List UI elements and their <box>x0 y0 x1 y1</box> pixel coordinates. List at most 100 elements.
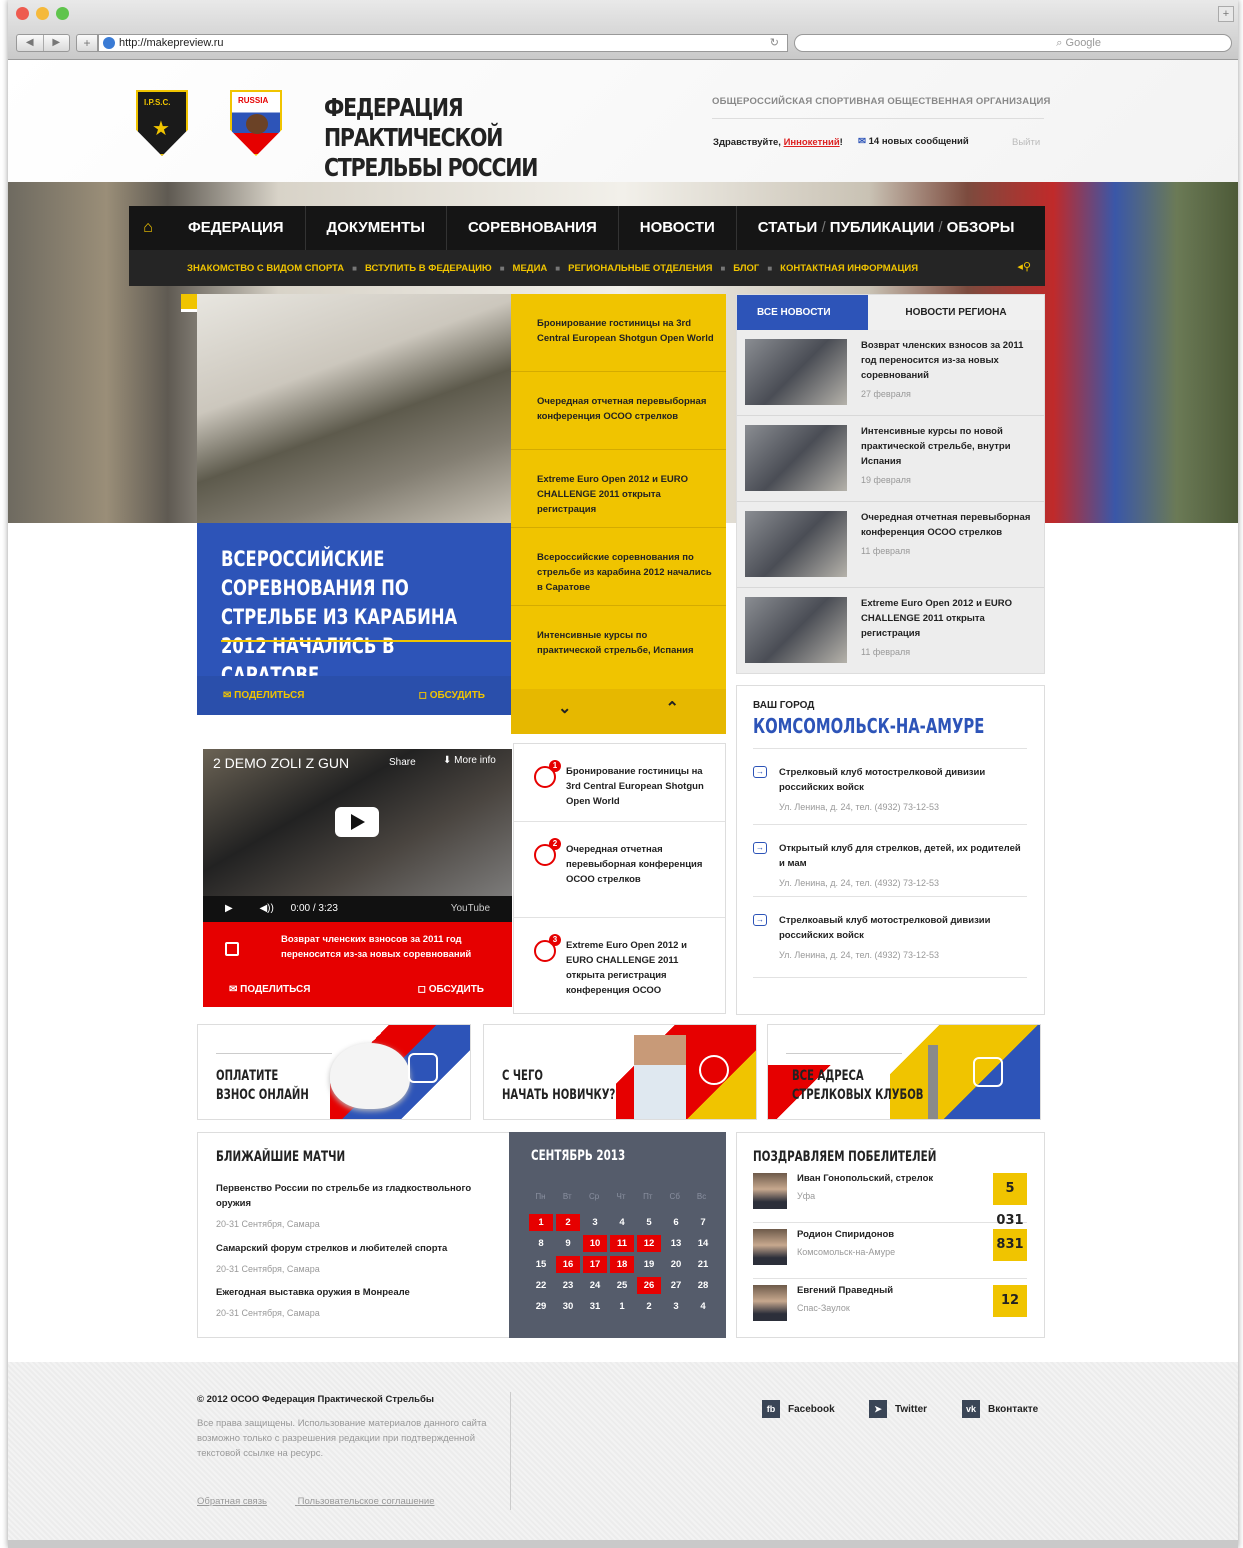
subnav-intro[interactable]: ЗНАКОМСТВО С ВИДОМ СПОРТА <box>187 263 344 274</box>
twitter-link[interactable]: ➤ Twitter <box>869 1400 927 1418</box>
news-item[interactable]: Возврат членских взносов за 2011 год пер… <box>737 330 1044 416</box>
calendar-day[interactable]: 27 <box>664 1277 688 1294</box>
calendar-day[interactable]: 2 <box>637 1298 661 1315</box>
city-name[interactable]: КОМСОМОЛЬСК-НА-АМУРЕ <box>753 714 984 738</box>
club-addresses-tile[interactable]: ВСЕ АДРЕСА СТРЕЛКОВЫХ КЛУБОВ <box>767 1024 1041 1120</box>
headline-item[interactable]: Очередная отчетная перевыборная конферен… <box>511 372 726 450</box>
calendar-day[interactable]: 23 <box>556 1277 580 1294</box>
fullscreen-icon[interactable] <box>225 942 239 956</box>
nav-federation[interactable]: ФЕДЕРАЦИЯ <box>167 206 306 250</box>
chevron-down-icon[interactable]: ⌄ <box>511 689 619 734</box>
calendar-day[interactable]: 11 <box>610 1235 634 1252</box>
list-item[interactable]: 1 Бронирование гостиницы на 3rd Central … <box>514 744 725 822</box>
nav-articles[interactable]: СТАТЬИ <box>758 219 818 236</box>
calendar-day[interactable]: 3 <box>664 1298 688 1315</box>
tab-region-news[interactable]: НОВОСТИ РЕГИОНА <box>868 295 1044 330</box>
add-bookmark-button[interactable]: + <box>76 34 98 52</box>
feature-title[interactable]: ВСЕРОССИЙСКИЕ СОРЕВНОВАНИЯ ПО СТРЕЛЬБЕ И… <box>221 545 486 690</box>
calendar-day[interactable]: 7 <box>691 1214 715 1231</box>
search-icon[interactable]: ◂⚲ <box>1017 260 1031 273</box>
zoom-window-button[interactable] <box>56 7 69 20</box>
calendar-day[interactable]: 1 <box>529 1214 553 1231</box>
calendar-day[interactable]: 8 <box>529 1235 553 1252</box>
back-icon[interactable]: ◀ <box>17 35 43 51</box>
calendar-day[interactable]: 10 <box>583 1235 607 1252</box>
calendar-day[interactable]: 31 <box>583 1298 607 1315</box>
news-item[interactable]: Интенсивные курсы по новой практической … <box>737 416 1044 502</box>
reload-icon[interactable]: ↻ <box>770 35 779 51</box>
headline-item[interactable]: Интенсивные курсы по практической стрель… <box>511 606 726 684</box>
messages-link[interactable]: ✉ 14 новых сообщений <box>858 136 969 147</box>
calendar-day[interactable]: 13 <box>664 1235 688 1252</box>
new-tab-button[interactable]: + <box>1218 6 1234 22</box>
subnav-media[interactable]: МЕДИА <box>513 263 548 274</box>
browser-search-field[interactable]: ⌕ Google <box>794 34 1232 52</box>
calendar-day[interactable]: 21 <box>691 1256 715 1273</box>
user-agreement-link[interactable]: Пользовательское соглашение <box>298 1496 435 1507</box>
calendar-day[interactable]: 24 <box>583 1277 607 1294</box>
play-icon[interactable] <box>335 807 379 837</box>
nav-competitions[interactable]: СОРЕВНОВАНИЯ <box>447 206 619 250</box>
feature-share-button[interactable]: ✉ ПОДЕЛИТЬСЯ <box>223 690 304 701</box>
list-item[interactable]: 2 Очередная отчетная перевыборная конфер… <box>514 822 725 918</box>
video-more-info-button[interactable]: ⬇ More info <box>443 755 496 766</box>
headline-item[interactable]: Всероссийские соревнования по стрельбе и… <box>511 528 726 606</box>
calendar-day[interactable]: 3 <box>583 1214 607 1231</box>
subnav-blog[interactable]: БЛОГ <box>733 263 759 274</box>
subnav-join[interactable]: ВСТУПИТЬ В ФЕДЕРАЦИЮ <box>365 263 492 274</box>
feature-photo[interactable] <box>197 294 511 524</box>
match-item[interactable]: Первенство России по стрельбе из гладкос… <box>216 1181 496 1232</box>
calendar-day[interactable]: 9 <box>556 1235 580 1252</box>
tab-all-news[interactable]: ВСЕ НОВОСТИ <box>737 295 868 330</box>
youtube-logo[interactable]: YouTube <box>451 896 490 922</box>
news-item[interactable]: Extreme Euro Open 2012 и EURO CHALLENGE … <box>737 588 1044 674</box>
match-item[interactable]: Ежегодная выставка оружия в Монреале 20-3… <box>216 1285 496 1321</box>
calendar-day[interactable]: 4 <box>691 1298 715 1315</box>
headline-item[interactable]: Extreme Euro Open 2012 и EURO CHALLENGE … <box>511 450 726 528</box>
forward-icon[interactable]: ▶ <box>42 35 70 51</box>
calendar-day[interactable]: 25 <box>610 1277 634 1294</box>
calendar-day[interactable]: 6 <box>664 1214 688 1231</box>
club-item[interactable]: → Стрелковый клуб мотострелковой дивизии… <box>753 748 1027 815</box>
minimize-window-button[interactable] <box>36 7 49 20</box>
headline-item[interactable]: Бронирование гостиницы на 3rd Central Eu… <box>511 294 726 372</box>
calendar-day[interactable]: 1 <box>610 1298 634 1315</box>
calendar-day[interactable]: 2 <box>556 1214 580 1231</box>
winner-item[interactable]: Иван Гонопольский, стрелок Уфа 5 031 <box>753 1167 1027 1228</box>
calendar-day[interactable]: 19 <box>637 1256 661 1273</box>
beginner-tile[interactable]: С ЧЕГО НАЧАТЬ НОВИЧКУ? <box>483 1024 757 1120</box>
feedback-link[interactable]: Обратная связь <box>197 1496 267 1507</box>
calendar-day[interactable]: 12 <box>637 1235 661 1252</box>
club-item[interactable]: → Открытый клуб для стрелков, детей, их … <box>753 824 1027 891</box>
calendar-day[interactable]: 22 <box>529 1277 553 1294</box>
calendar-day[interactable]: 14 <box>691 1235 715 1252</box>
calendar-day[interactable]: 18 <box>610 1256 634 1273</box>
chevron-up-icon[interactable]: ⌃ <box>619 689 727 734</box>
calendar-day[interactable]: 28 <box>691 1277 715 1294</box>
calendar-day[interactable]: 26 <box>637 1277 661 1294</box>
calendar-day[interactable]: 16 <box>556 1256 580 1273</box>
video-share-link[interactable]: ✉ ПОДЕЛИТЬСЯ <box>229 984 310 995</box>
calendar-day[interactable]: 17 <box>583 1256 607 1273</box>
volume-icon[interactable]: ◀)) <box>259 903 273 914</box>
logout-link[interactable]: Выйти <box>1012 137 1040 148</box>
nav-publications[interactable]: ПУБЛИКАЦИИ <box>830 219 934 236</box>
nav-reviews[interactable]: ОБЗОРЫ <box>947 219 1015 236</box>
vkontakte-link[interactable]: vk Вконтакте <box>962 1400 1038 1418</box>
calendar-day[interactable]: 15 <box>529 1256 553 1273</box>
close-window-button[interactable] <box>16 7 29 20</box>
calendar-day[interactable]: 29 <box>529 1298 553 1315</box>
news-item[interactable]: Очередная отчетная перевыборная конферен… <box>737 502 1044 588</box>
home-icon[interactable]: ⌂ <box>129 219 167 237</box>
feature-discuss-button[interactable]: ◻ ОБСУДИТЬ <box>419 690 485 701</box>
calendar-day[interactable]: 20 <box>664 1256 688 1273</box>
subnav-contacts[interactable]: КОНТАКТНАЯ ИНФОРМАЦИЯ <box>780 263 918 274</box>
user-link[interactable]: Иннокетний <box>784 137 840 148</box>
video-caption[interactable]: Возврат членских взносов за 2011 год пер… <box>281 932 501 962</box>
russia-ipsc-logo[interactable]: RUSSIA <box>230 90 282 156</box>
facebook-link[interactable]: fb Facebook <box>762 1400 835 1418</box>
pay-online-tile[interactable]: ОПЛАТИТЕ ВЗНОС ОНЛАЙН <box>197 1024 471 1120</box>
winner-item[interactable]: Родион Спиридонов Комсомольск-на-Амуре 8… <box>753 1223 1027 1279</box>
calendar-day[interactable]: 30 <box>556 1298 580 1315</box>
club-item[interactable]: → Стрелкоавый клуб мотострелковой дивизи… <box>753 896 1027 978</box>
